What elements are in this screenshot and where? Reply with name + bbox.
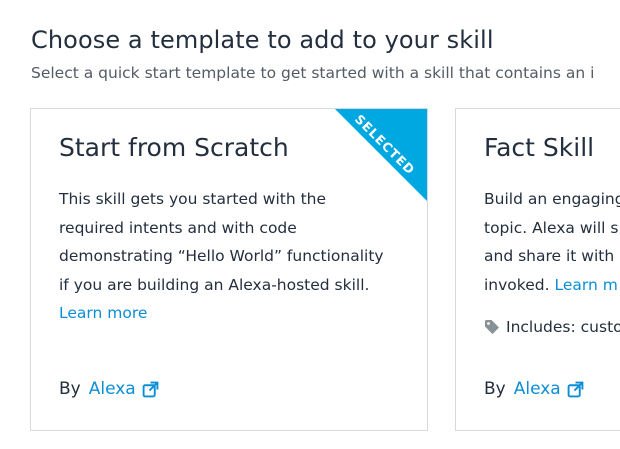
description-line: demonstrating “Hello World” functionalit… bbox=[59, 247, 384, 265]
card-description: Build an engaging topic. Alexa will s an… bbox=[484, 185, 620, 299]
description-line: required intents and with code bbox=[59, 218, 297, 237]
card-title: Fact Skill bbox=[484, 133, 595, 162]
includes-text: Includes: custo bbox=[506, 318, 620, 336]
tag-icon bbox=[485, 320, 499, 334]
template-card-fact-skill[interactable]: Fact Skill Build an engaging topic. Alex… bbox=[455, 108, 620, 431]
card-description: This skill gets you started with the req… bbox=[59, 185, 409, 328]
learn-more-link[interactable]: Learn more bbox=[59, 304, 147, 322]
description-line: invoked. bbox=[484, 275, 550, 294]
page-title: Choose a template to add to your skill bbox=[31, 26, 494, 54]
template-card-start-from-scratch[interactable]: Start from Scratch SELECTED This skill g… bbox=[30, 108, 428, 431]
external-link-icon[interactable] bbox=[142, 381, 159, 398]
author-link[interactable]: Alexa bbox=[89, 379, 136, 399]
external-link-icon[interactable] bbox=[567, 381, 584, 398]
card-byline: By Alexa bbox=[484, 379, 584, 399]
description-line: Build an engaging bbox=[484, 190, 620, 208]
page-subtitle: Select a quick start template to get sta… bbox=[31, 64, 595, 82]
template-chooser-page: Choose a template to add to your skill S… bbox=[0, 0, 620, 449]
learn-more-link[interactable]: Learn m bbox=[554, 276, 617, 294]
card-title: Start from Scratch bbox=[59, 133, 289, 162]
by-label: By bbox=[59, 379, 81, 399]
card-byline: By Alexa bbox=[59, 379, 159, 399]
description-line: and share it with bbox=[484, 247, 615, 265]
by-label: By bbox=[484, 379, 506, 399]
description-line: if you are building an Alexa-hosted skil… bbox=[59, 275, 370, 294]
description-line: This skill gets you started with the bbox=[59, 190, 327, 208]
description-line: topic. Alexa will s bbox=[484, 218, 619, 237]
card-includes: Includes: custo bbox=[484, 318, 620, 336]
author-link[interactable]: Alexa bbox=[514, 379, 561, 399]
